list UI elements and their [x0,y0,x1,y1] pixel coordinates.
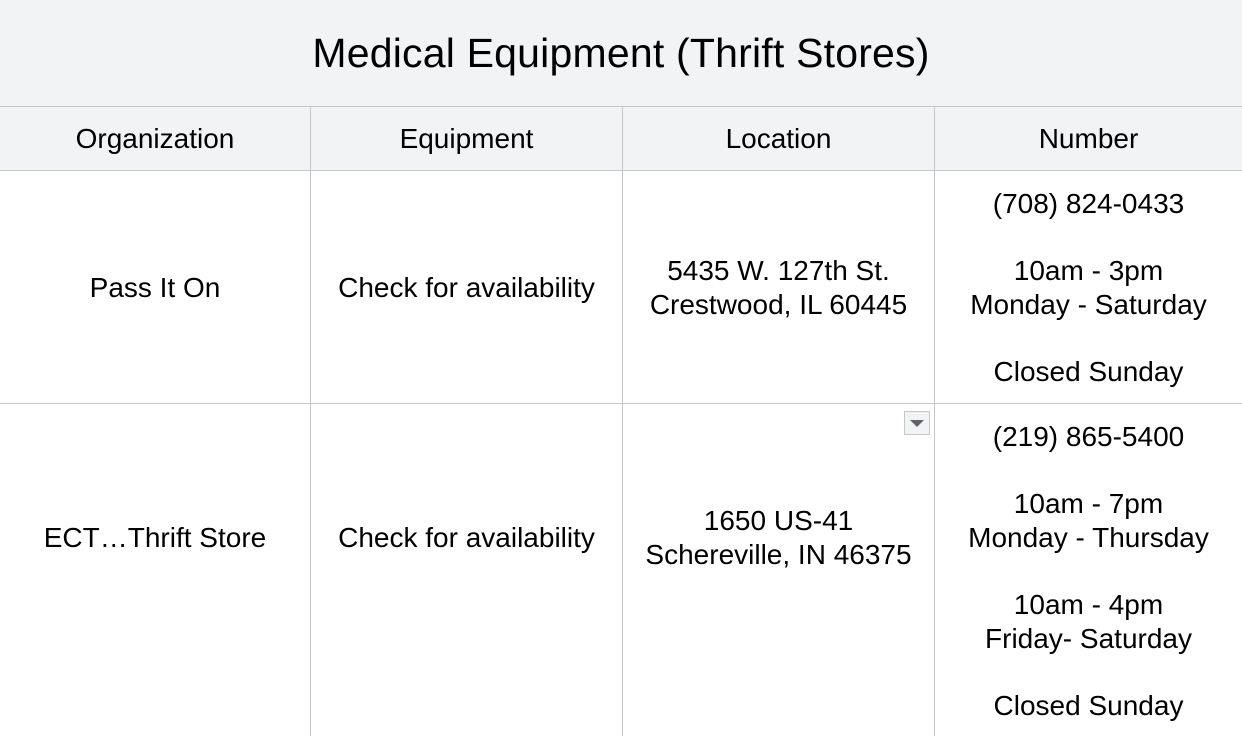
column-header-location[interactable]: Location [623,107,934,170]
table-cell-location[interactable]: 5435 W. 127th St. Crestwood, IL 60445 [623,172,934,403]
city-line: Schereville, IN 46375 [645,539,912,570]
column-header-organization[interactable]: Organization [0,107,310,170]
table-cell-location[interactable]: 1650 US-41 Schereville, IN 46375 [623,404,934,672]
chevron-down-icon [910,419,924,427]
hours-time: 10am - 4pm [1013,589,1164,620]
hours-time: 10am - 7pm [1013,488,1164,519]
closed-note: Closed Sunday [993,690,1184,721]
hours-time: 10am - 3pm [1013,254,1164,286]
address-line: 1650 US-41 [703,505,854,536]
table-cell-organization[interactable]: Pass It On [0,172,310,403]
table-title: Medical Equipment (Thrift Stores) [312,29,930,76]
city-line: Crestwood, IL 60445 [649,288,908,320]
closed-note: Closed Sunday [993,355,1184,387]
phone-number: (708) 824-0433 [992,187,1185,219]
table-cell-number[interactable]: (708) 824-0433 10am - 3pm Monday - Satur… [935,172,1242,403]
table-title-cell[interactable]: Medical Equipment (Thrift Stores) [0,0,1242,107]
spreadsheet-table: Medical Equipment (Thrift Stores) Organi… [0,0,1242,736]
column-header-equipment[interactable]: Equipment [311,107,622,170]
table-cell-equipment[interactable]: Check for availability [311,404,622,672]
equipment-text: Check for availability [338,271,595,303]
column-header-label: Equipment [399,122,534,154]
column-header-label: Location [725,122,832,154]
table-cell-number[interactable]: (219) 865-5400 10am - 7pm Monday - Thurs… [935,404,1242,736]
equipment-text: Check for availability [338,522,595,553]
cell-dropdown-button[interactable] [904,411,930,435]
hours-days: Monday - Saturday [970,288,1207,320]
column-header-label: Number [1038,122,1139,154]
header-row: Organization Equipment Location Number [0,107,1242,171]
phone-number: (219) 865-5400 [992,421,1185,452]
hours-days: Monday - Thursday [968,522,1209,553]
table-cell-equipment[interactable]: Check for availability [311,172,622,403]
address-line: 5435 W. 127th St. [667,254,890,286]
organization-text: ECT…Thrift Store [43,522,267,553]
hours-days: Friday- Saturday [985,623,1192,654]
organization-text: Pass It On [89,271,221,303]
column-header-label: Organization [75,122,235,154]
table-cell-organization[interactable]: ECT…Thrift Store [0,404,310,672]
column-header-number[interactable]: Number [935,107,1242,170]
